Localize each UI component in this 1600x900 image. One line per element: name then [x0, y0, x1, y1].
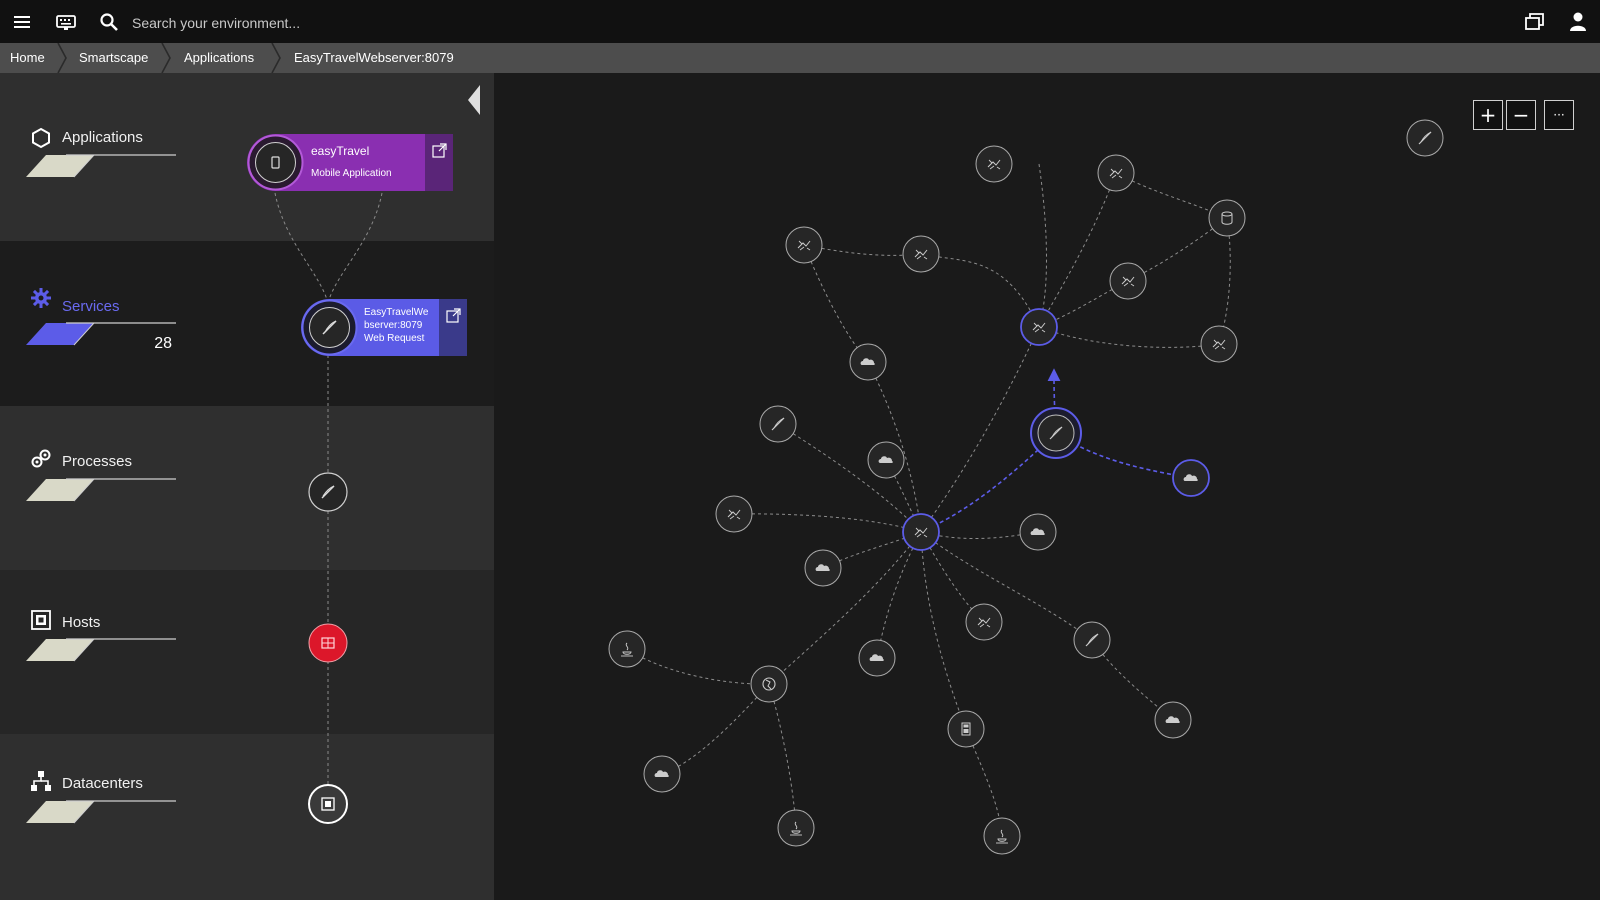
search-input[interactable]: [130, 9, 834, 37]
service-node-icon: [301, 299, 358, 356]
breadcrumb-smartscape[interactable]: Smartscape: [79, 43, 148, 73]
gear-icon: [31, 288, 51, 308]
graph-node-service[interactable]: [1200, 325, 1238, 363]
mobile-app-node-icon: [247, 134, 304, 191]
breadcrumb-current-service: EasyTravelWebserver:8079: [294, 50, 454, 65]
search-icon[interactable]: [97, 10, 121, 34]
graph-node-java[interactable]: [983, 817, 1021, 855]
breadcrumb-separator-icon: [57, 43, 67, 73]
graph-node-selected-service[interactable]: [1030, 407, 1082, 459]
layer-label-services[interactable]: Services: [62, 298, 120, 315]
layer-label-applications[interactable]: Applications: [62, 129, 143, 146]
graph-node-calculator[interactable]: [947, 710, 985, 748]
keyboard-icon[interactable]: [54, 10, 78, 34]
host-alert-node-icon[interactable]: [308, 623, 348, 663]
service-card-easytravelwebserver[interactable]: EasyTravelWe bserver:8079 Web Request: [301, 299, 467, 356]
host-icon: [31, 610, 51, 630]
graph-node-web[interactable]: [750, 665, 788, 703]
graph-node-cloud[interactable]: [643, 755, 681, 793]
graph-node-cloud[interactable]: [849, 343, 887, 381]
windows-icon[interactable]: [1523, 10, 1547, 34]
dependency-graph: [608, 119, 1444, 855]
smartscape-graph[interactable]: + − ···: [494, 73, 1600, 900]
top-bar: [0, 0, 1600, 43]
graph-node-service[interactable]: [1406, 119, 1444, 157]
layer-bar-processes: [26, 478, 176, 502]
smartscape-vertical-stack: Applications easyTravel Mobile Applicati…: [0, 73, 494, 900]
layer-bar-applications: [26, 154, 176, 178]
graph-node-service-hub[interactable]: [902, 513, 940, 551]
graph-node-service[interactable]: [759, 405, 797, 443]
graph-node-service[interactable]: [1109, 262, 1147, 300]
graph-node-database[interactable]: [1208, 199, 1246, 237]
application-card-title: easyTravel: [311, 144, 370, 158]
layer-bar-hosts: [26, 638, 176, 662]
applications-icon: [32, 127, 50, 149]
graph-node-cloud[interactable]: [858, 639, 896, 677]
application-card-subtitle: Mobile Application: [311, 168, 392, 179]
graph-node-service[interactable]: [1073, 621, 1111, 659]
services-count: 28: [154, 335, 172, 352]
layer-label-processes[interactable]: Processes: [62, 453, 132, 470]
graph-node-java[interactable]: [777, 809, 815, 847]
breadcrumb-home[interactable]: Home: [10, 43, 45, 73]
service-card-subtitle: Web Request: [364, 333, 425, 344]
breadcrumb-separator-icon: [271, 43, 281, 73]
layer-bar-datacenters: [26, 800, 176, 824]
application-card-easytravel[interactable]: easyTravel Mobile Application: [247, 134, 453, 191]
service-card-title-line1: EasyTravelWe: [364, 307, 429, 318]
graph-node-service[interactable]: [715, 495, 753, 533]
graph-node-service[interactable]: [902, 235, 940, 273]
breadcrumb-applications[interactable]: Applications: [184, 43, 254, 73]
open-external-icon[interactable]: [439, 299, 467, 356]
processes-icon: [31, 449, 51, 468]
user-icon[interactable]: [1566, 10, 1590, 34]
graph-node-cloud[interactable]: [1019, 513, 1057, 551]
datacenter-node-icon[interactable]: [308, 784, 348, 824]
datacenter-icon: [31, 771, 51, 791]
layer-label-hosts[interactable]: Hosts: [62, 614, 100, 631]
open-external-icon[interactable]: [425, 134, 453, 191]
graph-node-cloud[interactable]: [867, 441, 905, 479]
breadcrumb: Home Smartscape Applications EasyTravelW…: [0, 43, 1600, 73]
process-node-icon[interactable]: [308, 472, 348, 512]
graph-node-cloud[interactable]: [1154, 701, 1192, 739]
graph-node-cloud-highlighted[interactable]: [1172, 459, 1210, 497]
hamburger-menu-icon[interactable]: [10, 10, 34, 34]
graph-node-service[interactable]: [1097, 154, 1135, 192]
layer-label-datacenters[interactable]: Datacenters: [62, 775, 143, 792]
graph-node-java[interactable]: [608, 630, 646, 668]
graph-node-service-highlighted[interactable]: [1020, 308, 1058, 346]
graph-node-service[interactable]: [785, 226, 823, 264]
graph-node-cloud[interactable]: [804, 549, 842, 587]
graph-node-service[interactable]: [965, 603, 1003, 641]
graph-nodes: [608, 119, 1444, 855]
service-card-title-line2: bserver:8079: [364, 320, 423, 331]
breadcrumb-separator-icon: [161, 43, 171, 73]
graph-node-service[interactable]: [975, 145, 1013, 183]
